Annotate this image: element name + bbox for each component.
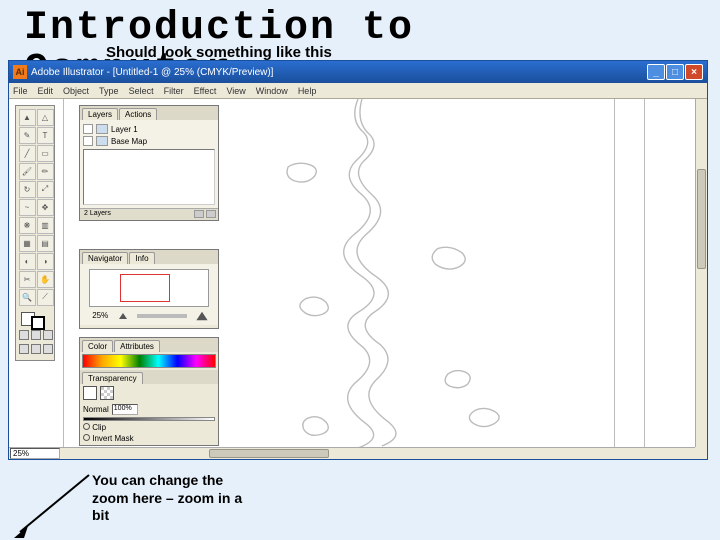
layers-empty-area	[83, 149, 215, 205]
blend-mode-label[interactable]: Normal	[83, 405, 109, 414]
titlebar: Ai Adobe Illustrator - [Untitled-1 @ 25%…	[9, 61, 707, 83]
menu-object[interactable]: Object	[63, 86, 89, 96]
vertical-scrollbar[interactable]	[695, 99, 707, 447]
screen-mode-full-icon[interactable]	[31, 344, 41, 354]
zoom-field[interactable]: 25%	[10, 448, 60, 459]
tab-navigator[interactable]: Navigator	[82, 252, 128, 264]
layers-count: 2 Layers	[82, 210, 192, 219]
visibility-icon[interactable]	[83, 136, 93, 146]
window-title: Adobe Illustrator - [Untitled-1 @ 25% (C…	[31, 67, 273, 78]
new-layer-icon[interactable]	[194, 210, 204, 218]
menu-effect[interactable]: Effect	[194, 86, 217, 96]
toolbox: ▲ △ ✎ T ╱ ▭ 🖌 ✏ ↻ ⤢ ~ ✥ ❋ ▥ ▦ ▤ ◐ ◑ ✂ ✋ …	[15, 105, 55, 361]
warp-tool[interactable]: ~	[19, 199, 36, 216]
color-panel: Color Attributes Transparency Normal 100…	[79, 337, 219, 446]
layer-name: Base Map	[111, 137, 147, 146]
graph-tool[interactable]: ▥	[37, 217, 54, 234]
pencil-tool[interactable]: ✏	[37, 163, 54, 180]
navigator-preview[interactable]	[89, 269, 209, 307]
opacity-field[interactable]: 100%	[112, 404, 138, 415]
menu-filter[interactable]: Filter	[164, 86, 184, 96]
stroke-swatch[interactable]	[31, 316, 45, 330]
slice-tool[interactable]: ⟋	[37, 289, 54, 306]
mask-swatch[interactable]	[100, 386, 114, 400]
clip-checkbox[interactable]	[83, 423, 90, 430]
scroll-corner	[695, 447, 707, 459]
intro-text: Should look something like this	[106, 44, 332, 61]
maximize-button[interactable]: □	[666, 64, 684, 80]
illustrator-window: Ai Adobe Illustrator - [Untitled-1 @ 25%…	[8, 60, 708, 460]
mesh-tool[interactable]: ▦	[19, 235, 36, 252]
menu-type[interactable]: Type	[99, 86, 119, 96]
app-icon: Ai	[13, 65, 27, 79]
rect-tool[interactable]: ▭	[37, 145, 54, 162]
zoom-out-icon[interactable]	[119, 313, 127, 319]
menubar: File Edit Object Type Select Filter Effe…	[9, 83, 707, 99]
layer-thumb	[96, 136, 108, 146]
rotate-tool[interactable]: ↻	[19, 181, 36, 198]
menu-select[interactable]: Select	[129, 86, 154, 96]
invert-label: Invert Mask	[92, 434, 133, 443]
menu-help[interactable]: Help	[298, 86, 317, 96]
navigator-zoom-value: 25%	[92, 311, 108, 320]
menu-window[interactable]: Window	[256, 86, 288, 96]
pen-tool[interactable]: ✎	[19, 127, 36, 144]
gradient-mode-icon[interactable]	[31, 330, 41, 340]
tab-layers[interactable]: Layers	[82, 108, 118, 120]
tab-info[interactable]: Info	[129, 252, 154, 264]
callout-text: You can change the zoom here – zoom in a…	[92, 472, 252, 525]
layer-row[interactable]: Base Map	[83, 135, 215, 147]
horizontal-scrollbar[interactable]: 25%	[9, 447, 695, 459]
layer-name: Layer 1	[111, 125, 138, 134]
transparency-swatch[interactable]	[83, 386, 97, 400]
direct-select-tool[interactable]: △	[37, 109, 54, 126]
scrollbar-thumb[interactable]	[209, 449, 329, 458]
color-mode-icon[interactable]	[19, 330, 29, 340]
zoom-in-icon[interactable]	[196, 311, 207, 319]
layer-row[interactable]: Layer 1	[83, 123, 215, 135]
clip-label: Clip	[92, 423, 106, 432]
close-button[interactable]: ×	[685, 64, 703, 80]
tab-color[interactable]: Color	[82, 340, 113, 352]
tab-attributes[interactable]: Attributes	[114, 340, 160, 352]
minimize-button[interactable]: _	[647, 64, 665, 80]
eyedropper-tool[interactable]: ◐	[19, 253, 36, 270]
selection-tool[interactable]: ▲	[19, 109, 36, 126]
visibility-icon[interactable]	[83, 124, 93, 134]
brush-tool[interactable]: 🖌	[19, 163, 36, 180]
zoom-slider[interactable]	[137, 314, 187, 318]
screen-mode-normal-icon[interactable]	[19, 344, 29, 354]
navigator-panel: Navigator Info 25%	[79, 249, 219, 329]
color-spectrum[interactable]	[82, 354, 216, 368]
symbol-tool[interactable]: ❋	[19, 217, 36, 234]
zoom-tool[interactable]: 🔍	[19, 289, 36, 306]
invert-checkbox[interactable]	[83, 434, 90, 441]
navigator-viewport[interactable]	[120, 274, 170, 302]
line-tool[interactable]: ╱	[19, 145, 36, 162]
tab-transparency[interactable]: Transparency	[82, 372, 143, 384]
none-mode-icon[interactable]	[43, 330, 53, 340]
screen-mode-full2-icon[interactable]	[43, 344, 53, 354]
tab-actions[interactable]: Actions	[119, 108, 157, 120]
layers-panel: Layers Actions Layer 1 Base Map 2 Layers	[79, 105, 219, 221]
menu-file[interactable]: File	[13, 86, 28, 96]
window-controls: _ □ ×	[647, 64, 703, 80]
menu-view[interactable]: View	[226, 86, 245, 96]
scale-tool[interactable]: ⤢	[37, 181, 54, 198]
free-transform-tool[interactable]: ✥	[37, 199, 54, 216]
callout-arrow	[14, 470, 94, 540]
hand-tool[interactable]: ✋	[37, 271, 54, 288]
layer-thumb	[96, 124, 108, 134]
scissors-tool[interactable]: ✂	[19, 271, 36, 288]
type-tool[interactable]: T	[37, 127, 54, 144]
delete-layer-icon[interactable]	[206, 210, 216, 218]
menu-edit[interactable]: Edit	[38, 86, 54, 96]
layers-footer: 2 Layers	[80, 208, 218, 220]
scrollbar-thumb[interactable]	[697, 169, 706, 269]
opacity-gradient	[83, 417, 215, 421]
gradient-tool[interactable]: ▤	[37, 235, 54, 252]
blend-tool[interactable]: ◑	[37, 253, 54, 270]
